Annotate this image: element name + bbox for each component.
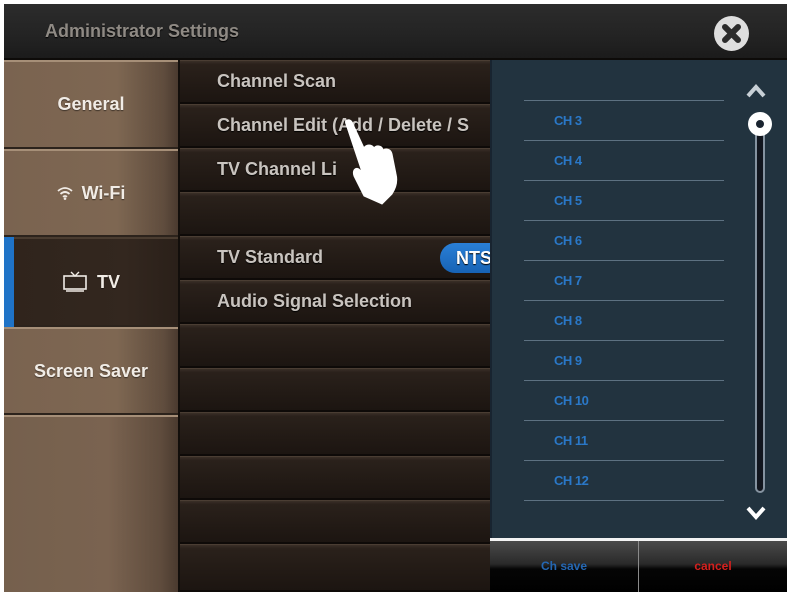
channel-item[interactable]: CH 6 bbox=[524, 221, 724, 260]
tv-icon bbox=[63, 271, 87, 292]
settings-row-empty bbox=[180, 456, 490, 500]
active-indicator bbox=[4, 237, 14, 327]
settings-row-tv-channel-list[interactable]: TV Channel Li bbox=[180, 148, 490, 192]
sidebar-item-general[interactable]: General bbox=[4, 60, 178, 149]
settings-row-channel-edit[interactable]: Channel Edit (Add / Delete / S bbox=[180, 104, 490, 148]
settings-row-empty bbox=[180, 412, 490, 456]
sidebar-item-label: Wi-Fi bbox=[81, 182, 126, 203]
settings-row-tv-standard[interactable]: TV Standard NTS bbox=[180, 236, 490, 280]
sidebar-empty-area bbox=[4, 415, 178, 592]
settings-row-empty bbox=[180, 500, 490, 544]
cancel-button[interactable]: cancel bbox=[639, 541, 787, 592]
channel-divider bbox=[524, 500, 724, 501]
channel-item[interactable]: CH 8 bbox=[524, 301, 724, 340]
sidebar: General Wi-Fi TV Screen Saver bbox=[4, 60, 178, 592]
channel-item[interactable]: CH 5 bbox=[524, 181, 724, 220]
settings-row-audio-signal[interactable]: Audio Signal Selection bbox=[180, 280, 490, 324]
settings-row-channel-scan[interactable]: Channel Scan bbox=[180, 60, 490, 104]
sidebar-item-wifi[interactable]: Wi-Fi bbox=[4, 149, 178, 237]
channel-item[interactable]: CH 12 bbox=[524, 461, 724, 500]
sidebar-item-label: General bbox=[57, 94, 125, 114]
sidebar-item-label: Screen Saver bbox=[33, 360, 149, 381]
settings-row-empty bbox=[180, 192, 490, 236]
row-label: TV Standard bbox=[217, 247, 324, 267]
row-label: Channel Edit (Add / Delete / S bbox=[217, 115, 470, 135]
tv-standard-toggle[interactable]: NTS bbox=[440, 243, 490, 273]
channel-item[interactable]: CH 4 bbox=[524, 141, 724, 180]
admin-settings-window: Administrator Settings General Wi-Fi TV … bbox=[4, 4, 787, 592]
channel-item[interactable]: CH 3 bbox=[524, 101, 724, 140]
header-bar: Administrator Settings bbox=[4, 4, 787, 60]
scrollbar-track[interactable] bbox=[755, 128, 765, 493]
scrollbar-thumb-dot bbox=[756, 120, 764, 128]
channel-item[interactable]: CH 10 bbox=[524, 381, 724, 420]
channel-item[interactable]: CH 11 bbox=[524, 421, 724, 460]
settings-row-empty bbox=[180, 544, 490, 592]
sidebar-item-tv[interactable]: TV bbox=[4, 237, 178, 327]
channel-list-panel: CH 3 CH 4 CH 5 CH 6 CH 7 CH 8 CH 9 CH 10 CH 11 CH… bbox=[490, 60, 787, 538]
chevron-down-icon[interactable] bbox=[746, 506, 766, 520]
window-title: Administrator Settings bbox=[45, 21, 240, 41]
channel-list: CH 3 CH 4 CH 5 CH 6 CH 7 CH 8 CH 9 CH 10 CH 11 CH… bbox=[524, 100, 724, 501]
channel-item[interactable]: CH 9 bbox=[524, 341, 724, 380]
sidebar-item-screen-saver[interactable]: Screen Saver bbox=[4, 327, 178, 415]
row-label: Audio Signal Selection bbox=[217, 291, 413, 311]
scrollbar-thumb[interactable] bbox=[748, 112, 772, 136]
action-bar: Ch save cancel bbox=[490, 538, 787, 592]
close-icon bbox=[722, 24, 741, 43]
wifi-icon bbox=[56, 187, 73, 200]
tv-settings-list: Channel Scan Channel Edit (Add / Delete … bbox=[178, 60, 490, 592]
channel-item[interactable]: CH 7 bbox=[524, 261, 724, 300]
row-label: Channel Scan bbox=[217, 71, 337, 91]
ch-save-button[interactable]: Ch save bbox=[490, 541, 639, 592]
chevron-up-icon[interactable] bbox=[746, 84, 766, 98]
row-label: TV Channel Li bbox=[217, 159, 338, 179]
settings-row-empty bbox=[180, 368, 490, 412]
sidebar-item-label: TV bbox=[96, 271, 120, 292]
settings-row-empty bbox=[180, 324, 490, 368]
close-button[interactable] bbox=[714, 16, 749, 51]
